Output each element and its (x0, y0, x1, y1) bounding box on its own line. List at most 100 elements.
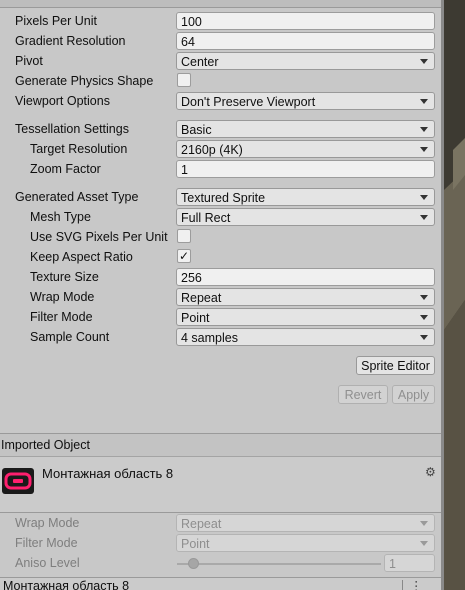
filter-mode-dropdown[interactable]: Point (176, 308, 435, 326)
keep-aspect-ratio-label: Keep Aspect Ratio (30, 250, 133, 264)
chevron-down-icon (420, 59, 428, 64)
target-resolution-dropdown[interactable]: 2160p (4K) (176, 140, 435, 158)
sample-count-dropdown[interactable]: 4 samples (176, 328, 435, 346)
target-resolution-value: 2160p (4K) (181, 143, 243, 157)
mesh-type-row: Mesh Type Full Rect (0, 207, 441, 227)
preview-aniso-level-label: Aniso Level (15, 556, 80, 570)
keep-aspect-ratio-checkbox[interactable]: ✓ (177, 249, 191, 263)
pivot-value: Center (181, 55, 219, 69)
chevron-down-icon (420, 99, 428, 104)
target-resolution-label: Target Resolution (30, 142, 128, 156)
viewport-options-dropdown[interactable]: Don't Preserve Viewport (176, 92, 435, 110)
tessellation-settings-row: Tessellation Settings Basic (0, 119, 441, 139)
preview-filter-mode-row: Filter Mode Point (0, 533, 441, 553)
aniso-level-slider-track (177, 563, 381, 565)
chevron-down-icon (420, 147, 428, 152)
generate-physics-shape-row: Generate Physics Shape (0, 71, 441, 91)
more-options-icon[interactable]: ⋮ (410, 578, 423, 590)
chevron-down-icon (420, 315, 428, 320)
target-resolution-row: Target Resolution 2160p (4K) (0, 139, 441, 159)
viewport-options-row: Viewport Options Don't Preserve Viewport (0, 91, 441, 111)
aniso-level-field: 1 (384, 554, 435, 572)
chevron-down-icon (420, 295, 428, 300)
tessellation-settings-value: Basic (181, 123, 212, 137)
preview-filter-mode-dropdown: Point (176, 534, 435, 552)
texture-size-row: Texture Size 256 (0, 267, 441, 287)
checkmark-icon: ✓ (178, 249, 190, 263)
apply-button[interactable]: Apply (392, 385, 435, 404)
chevron-down-icon (420, 215, 428, 220)
asset-thumbnail (2, 468, 34, 494)
preview-filter-mode-label: Filter Mode (15, 536, 78, 550)
pixels-per-unit-label: Pixels Per Unit (15, 14, 97, 28)
top-edge (0, 0, 441, 8)
mesh-type-value: Full Rect (181, 211, 231, 225)
zoom-factor-label: Zoom Factor (30, 162, 101, 176)
inspector-panel: Pixels Per Unit 100 Gradient Resolution … (0, 0, 441, 590)
tessellation-settings-label: Tessellation Settings (15, 122, 129, 136)
preview-wrap-mode-dropdown: Repeat (176, 514, 435, 532)
mesh-type-dropdown[interactable]: Full Rect (176, 208, 435, 226)
generated-asset-type-dropdown[interactable]: Textured Sprite (176, 188, 435, 206)
filter-mode-value: Point (181, 311, 210, 325)
aniso-level-slider-thumb (188, 558, 199, 569)
preview-wrap-mode-row: Wrap Mode Repeat (0, 513, 441, 533)
mesh-type-label: Mesh Type (30, 210, 91, 224)
chevron-down-icon (420, 335, 428, 340)
chevron-down-icon (420, 127, 428, 132)
gradient-resolution-field[interactable]: 64 (176, 32, 435, 50)
imported-object-header[interactable]: Imported Object (0, 433, 441, 456)
preview-title-bar: Монтажная область 8 ⋮ (0, 577, 441, 590)
pivot-dropdown[interactable]: Center (176, 52, 435, 70)
sample-count-row: Sample Count 4 samples (0, 327, 441, 347)
chevron-down-icon (420, 195, 428, 200)
generated-asset-type-label: Generated Asset Type (15, 190, 139, 204)
gradient-resolution-label: Gradient Resolution (15, 34, 126, 48)
viewport-options-value: Don't Preserve Viewport (181, 95, 316, 109)
gear-icon[interactable]: ⚙ (425, 465, 436, 479)
asset-name: Монтажная область 8 (42, 466, 174, 481)
scene-geometry (444, 138, 465, 590)
pixels-per-unit-field[interactable]: 100 (176, 12, 435, 30)
keep-aspect-ratio-row: Keep Aspect Ratio ✓ (0, 247, 441, 267)
pink-rounded-rect-icon (4, 472, 32, 490)
generated-asset-type-row: Generated Asset Type Textured Sprite (0, 187, 441, 207)
wrap-mode-row: Wrap Mode Repeat (0, 287, 441, 307)
preview-wrap-mode-label: Wrap Mode (15, 516, 80, 530)
zoom-factor-field[interactable]: 1 (176, 160, 435, 178)
wrap-mode-dropdown[interactable]: Repeat (176, 288, 435, 306)
pixels-per-unit-row: Pixels Per Unit 100 (0, 11, 441, 31)
sample-count-label: Sample Count (30, 330, 110, 344)
sample-count-value: 4 samples (181, 331, 238, 345)
use-svg-pixels-per-unit-row: Use SVG Pixels Per Unit (0, 227, 441, 247)
sprite-editor-button[interactable]: Sprite Editor (356, 356, 435, 375)
generate-physics-shape-checkbox[interactable] (177, 73, 191, 87)
gradient-resolution-row: Gradient Resolution 64 (0, 31, 441, 51)
preview-aniso-level-row: Aniso Level 1 (0, 553, 441, 573)
chevron-down-icon (420, 521, 428, 526)
filter-mode-row: Filter Mode Point (0, 307, 441, 327)
use-svg-pixels-per-unit-label: Use SVG Pixels Per Unit (30, 230, 168, 244)
generate-physics-shape-label: Generate Physics Shape (15, 74, 154, 88)
imported-object-title: Imported Object (1, 438, 90, 452)
generated-asset-type-value: Textured Sprite (181, 191, 266, 205)
wrap-mode-label: Wrap Mode (30, 290, 95, 304)
divider (402, 580, 403, 590)
tessellation-settings-dropdown[interactable]: Basic (176, 120, 435, 138)
preview-title: Монтажная область 8 (3, 579, 130, 590)
revert-button[interactable]: Revert (338, 385, 388, 404)
preview-wrap-mode-value: Repeat (181, 517, 222, 531)
pivot-label: Pivot (15, 54, 43, 68)
pivot-row: Pivot Center (0, 51, 441, 71)
zoom-factor-row: Zoom Factor 1 (0, 159, 441, 179)
imported-object-row: Монтажная область 8 ⚙ (0, 456, 441, 512)
wrap-mode-value: Repeat (181, 291, 222, 305)
viewport-options-label: Viewport Options (15, 94, 110, 108)
texture-size-field[interactable]: 256 (176, 268, 435, 286)
filter-mode-label: Filter Mode (30, 310, 93, 324)
scene-view-edge (441, 0, 465, 590)
use-svg-pixels-per-unit-checkbox[interactable] (177, 229, 191, 243)
preview-filter-mode-value: Point (181, 537, 210, 551)
chevron-down-icon (420, 541, 428, 546)
texture-size-label: Texture Size (30, 270, 99, 284)
